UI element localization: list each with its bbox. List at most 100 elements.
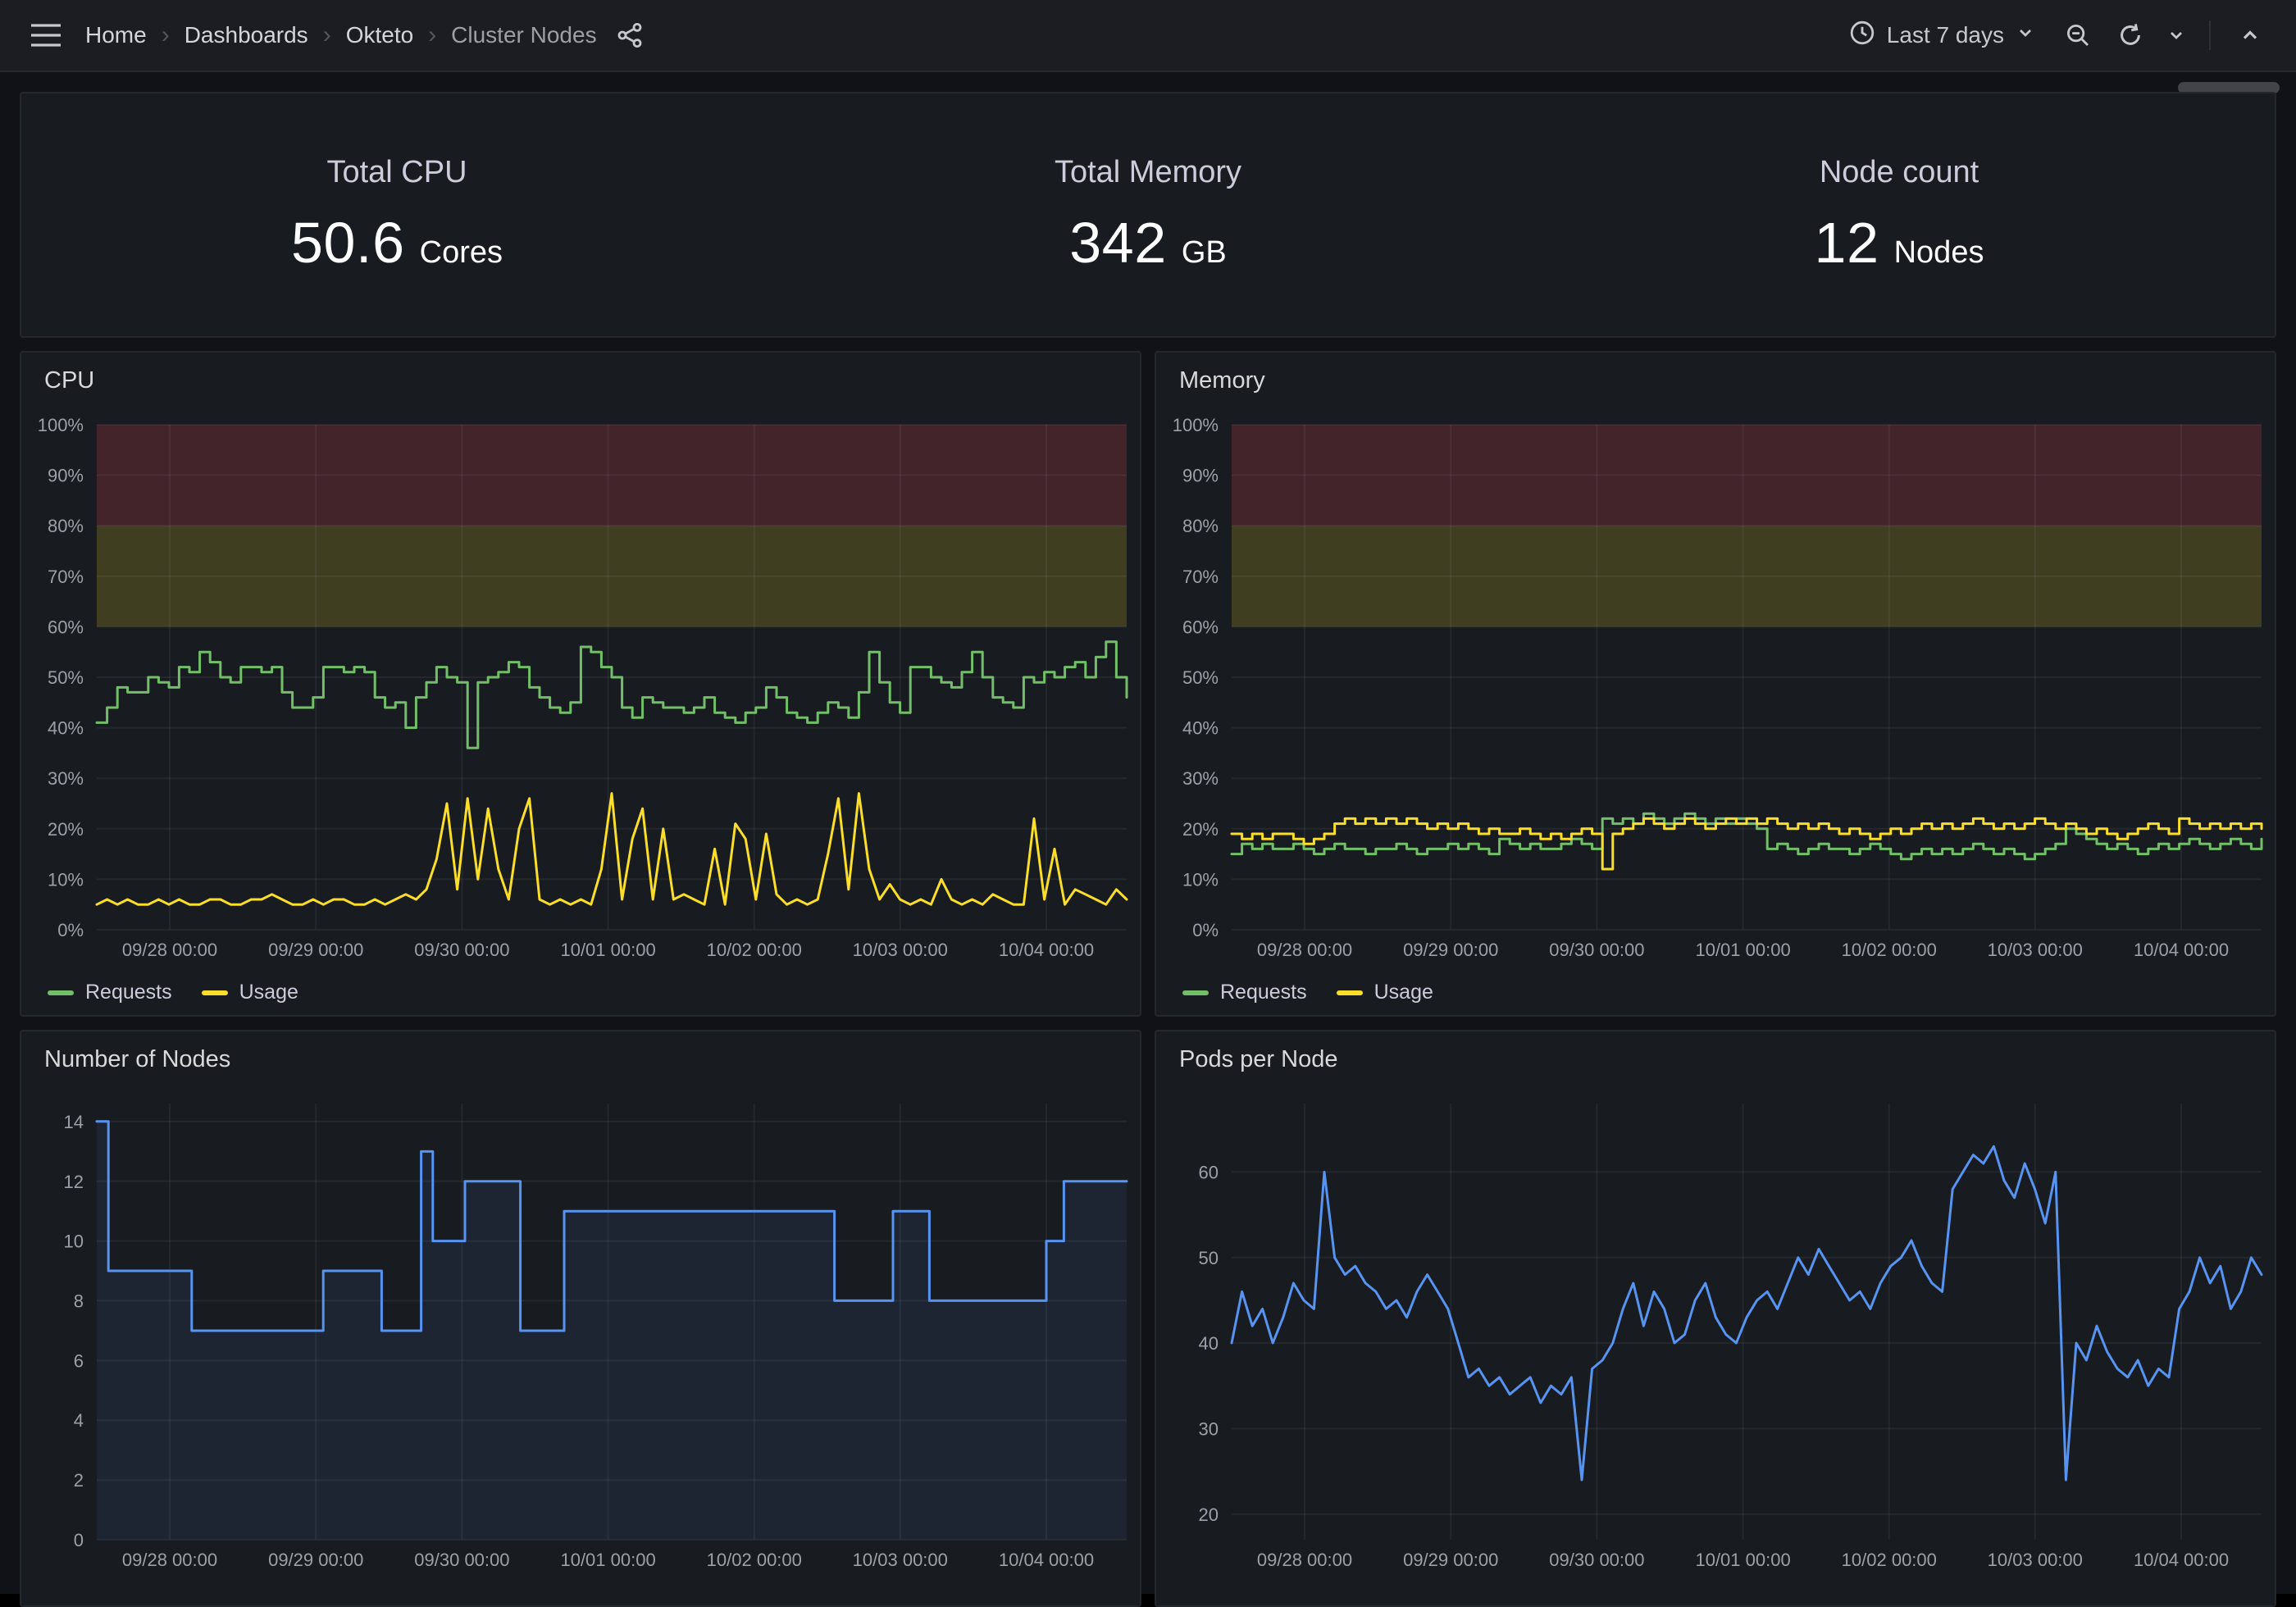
panel-header[interactable]: Pods per Node [1156, 1031, 2275, 1087]
refresh-interval-dropdown[interactable] [2160, 11, 2193, 60]
svg-text:0: 0 [74, 1530, 84, 1550]
svg-text:10/02 00:00: 10/02 00:00 [707, 940, 802, 960]
panel-title: Memory [1179, 367, 1265, 394]
breadcrumb-dashboards[interactable]: Dashboards [184, 22, 308, 48]
toolbar-divider [2209, 20, 2211, 50]
series-color-swatch [1182, 990, 1209, 995]
svg-text:60%: 60% [48, 617, 84, 637]
cpu-panel: CPU 0%10%20%30%40%50%60%70%80%90%100%09/… [20, 351, 1141, 1017]
svg-text:80%: 80% [1182, 516, 1219, 536]
pods-chart[interactable]: 203040506009/28 00:0009/29 00:0009/30 00… [1156, 1087, 2275, 1579]
legend-label: Usage [1374, 981, 1433, 1004]
svg-text:10/02 00:00: 10/02 00:00 [1842, 940, 1937, 960]
svg-text:10/02 00:00: 10/02 00:00 [707, 1550, 802, 1570]
memory-legend: Requests Usage [1156, 969, 2275, 1004]
legend-label: Requests [85, 981, 172, 1004]
svg-text:10/04 00:00: 10/04 00:00 [999, 940, 1094, 960]
zoom-out-time-button[interactable] [2055, 11, 2101, 60]
pods-per-node-panel: Pods per Node 203040506009/28 00:0009/29… [1155, 1030, 2276, 1607]
panel-header[interactable]: Number of Nodes [21, 1031, 1140, 1087]
series-color-swatch [202, 990, 228, 995]
svg-text:10%: 10% [1182, 869, 1219, 890]
time-range-label: Last 7 days [1887, 22, 2004, 48]
stat-total-memory: Total Memory 342 GB [772, 93, 1524, 336]
stat-value: 12 [1815, 210, 1879, 275]
svg-text:90%: 90% [1182, 466, 1219, 486]
legend-item-requests[interactable]: Requests [1182, 981, 1307, 1004]
stat-title: Total CPU [326, 155, 467, 190]
legend-label: Usage [239, 981, 298, 1004]
time-range-picker[interactable]: Last 7 days [1836, 11, 2048, 60]
menu-toggle-button[interactable] [23, 11, 69, 60]
chevron-down-icon [2016, 22, 2035, 48]
svg-text:10: 10 [64, 1231, 84, 1252]
svg-text:09/28 00:00: 09/28 00:00 [1257, 940, 1352, 960]
svg-text:100%: 100% [1173, 415, 1219, 435]
svg-text:10/04 00:00: 10/04 00:00 [2134, 940, 2229, 960]
svg-text:09/28 00:00: 09/28 00:00 [122, 940, 217, 960]
svg-text:20%: 20% [1182, 819, 1219, 840]
svg-text:40%: 40% [48, 718, 84, 739]
svg-text:12: 12 [64, 1172, 84, 1192]
svg-text:10/01 00:00: 10/01 00:00 [1695, 1550, 1790, 1570]
share-dashboard-button[interactable] [607, 11, 653, 60]
stat-unit: Nodes [1894, 235, 1984, 271]
chevron-up-icon [2239, 24, 2262, 47]
breadcrumb-home[interactable]: Home [85, 22, 147, 48]
svg-text:10/01 00:00: 10/01 00:00 [560, 940, 655, 960]
nodes-chart[interactable]: 0246810121409/28 00:0009/29 00:0009/30 0… [21, 1087, 1140, 1579]
svg-text:100%: 100% [38, 415, 84, 435]
refresh-dashboard-button[interactable] [2107, 11, 2153, 60]
svg-text:50%: 50% [1182, 667, 1219, 688]
svg-text:70%: 70% [48, 567, 84, 587]
panel-header[interactable]: Memory [1156, 353, 2275, 408]
cpu-chart[interactable]: 0%10%20%30%40%50%60%70%80%90%100%09/28 0… [21, 408, 1140, 969]
svg-text:6: 6 [74, 1350, 84, 1371]
svg-text:20%: 20% [48, 819, 84, 840]
svg-text:10/01 00:00: 10/01 00:00 [560, 1550, 655, 1570]
stat-value: 50.6 [291, 210, 405, 275]
svg-text:50%: 50% [48, 667, 84, 688]
stat-total-cpu: Total CPU 50.6 Cores [21, 93, 772, 336]
legend-item-requests[interactable]: Requests [48, 981, 172, 1004]
breadcrumb-okteto[interactable]: Okteto [346, 22, 413, 48]
zoom-out-icon [2065, 22, 2091, 48]
series-color-swatch [1337, 990, 1363, 995]
svg-text:30%: 30% [48, 768, 84, 789]
stat-unit: GB [1182, 235, 1227, 271]
stat-node-count: Node count 12 Nodes [1524, 93, 2275, 336]
refresh-icon [2117, 22, 2143, 48]
svg-text:10/03 00:00: 10/03 00:00 [853, 940, 948, 960]
collapse-toolbar-button[interactable] [2227, 11, 2273, 60]
share-icon [617, 22, 643, 48]
memory-chart[interactable]: 0%10%20%30%40%50%60%70%80%90%100%09/28 0… [1156, 408, 2275, 969]
panel-title: CPU [44, 367, 94, 394]
svg-text:60%: 60% [1182, 617, 1219, 637]
panel-title: Number of Nodes [44, 1046, 230, 1073]
panel-header[interactable]: CPU [21, 353, 1140, 408]
svg-text:09/29 00:00: 09/29 00:00 [1403, 1550, 1498, 1570]
chevron-down-icon [2166, 25, 2186, 45]
legend-item-usage[interactable]: Usage [1337, 981, 1433, 1004]
svg-text:10%: 10% [48, 869, 84, 890]
svg-text:09/29 00:00: 09/29 00:00 [1403, 940, 1498, 960]
breadcrumb: Home › Dashboards › Okteto › Cluster Nod… [85, 21, 597, 49]
number-of-nodes-panel: Number of Nodes 0246810121409/28 00:0009… [20, 1030, 1141, 1607]
stat-title: Total Memory [1055, 155, 1241, 190]
svg-text:0%: 0% [1192, 920, 1219, 940]
memory-panel: Memory 0%10%20%30%40%50%60%70%80%90%100%… [1155, 351, 2276, 1017]
legend-label: Requests [1220, 981, 1307, 1004]
svg-text:0%: 0% [57, 920, 84, 940]
svg-text:40%: 40% [1182, 718, 1219, 739]
svg-text:10/03 00:00: 10/03 00:00 [1988, 940, 2083, 960]
cluster-stats-panel: Total CPU 50.6 Cores Total Memory 342 GB… [20, 92, 2276, 338]
legend-item-usage[interactable]: Usage [202, 981, 298, 1004]
chevron-right-icon: › [428, 21, 436, 49]
svg-text:10/01 00:00: 10/01 00:00 [1695, 940, 1790, 960]
svg-text:09/29 00:00: 09/29 00:00 [268, 940, 363, 960]
series-color-swatch [48, 990, 74, 995]
svg-text:70%: 70% [1182, 567, 1219, 587]
svg-text:20: 20 [1199, 1505, 1219, 1525]
svg-text:8: 8 [74, 1291, 84, 1311]
svg-text:2: 2 [74, 1470, 84, 1491]
